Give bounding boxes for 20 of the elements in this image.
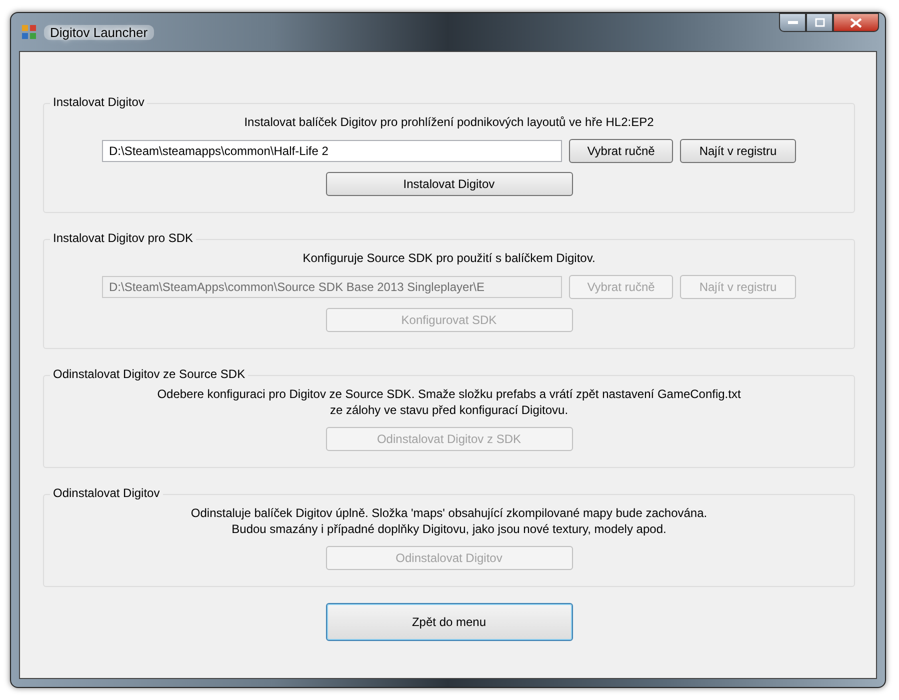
- group-title: Instalovat Digitov: [50, 95, 148, 109]
- close-icon: [850, 18, 862, 28]
- close-button[interactable]: [833, 13, 879, 32]
- minimize-button[interactable]: [779, 13, 806, 32]
- app-icon: [21, 24, 37, 40]
- action-button[interactable]: Instalovat Digitov: [326, 172, 572, 196]
- description-text: Instalovat balíček Digitov pro prohlížení podnikových layoutů ve hře HL2:EP2: [244, 114, 654, 130]
- browse-button[interactable]: Vybrat ručně: [569, 139, 673, 163]
- maximize-icon: [814, 18, 824, 27]
- description-text: Odinstaluje balíček Digitov úplně. Složka 'maps' obsahující zkompilované mapy bude zachována. Budou smazány i případné doplňky Digitovu, jako jsou nové textury, modely apod.: [190, 505, 708, 537]
- description-text: Odebere konfiguraci pro Digitov ze Source SDK. Smaže složku prefabs a vrátí zpět nastavení GameConfig.txt ze zálohy ve stavu před konfigurací Digitovu.: [157, 386, 741, 418]
- maximize-button[interactable]: [806, 13, 833, 32]
- browse-button[interactable]: Najít v registru: [680, 139, 796, 163]
- group-title: Instalovat Digitov pro SDK: [50, 231, 196, 245]
- description-text: Konfiguruje Source SDK pro použití s balíčkem Digitov.: [302, 250, 596, 266]
- back-button[interactable]: Zpět do menu: [326, 603, 572, 641]
- group-title: Odinstalovat Digitov ze Source SDK: [50, 367, 248, 381]
- path-field[interactable]: D:\Steam\steamapps\common\Half-Life 2: [102, 140, 562, 162]
- group-title: Odinstalovat Digitov: [50, 486, 163, 500]
- minimize-icon: [788, 20, 798, 24]
